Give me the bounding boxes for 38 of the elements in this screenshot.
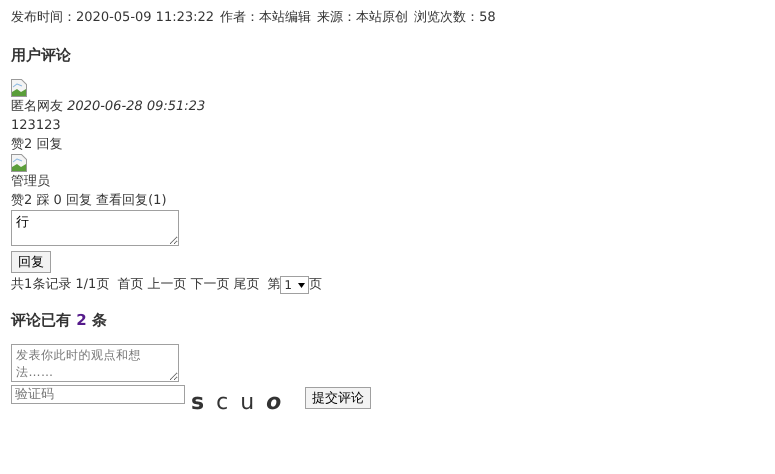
- count-heading: 评论已有: [11, 311, 71, 329]
- reply-link[interactable]: 回复: [36, 137, 62, 152]
- captcha-letter: c: [216, 393, 228, 412]
- comment-time: 2020-06-28 09:51:23: [67, 99, 206, 114]
- like-link[interactable]: 赞2: [11, 137, 32, 152]
- comment-author: 匿名网友: [11, 99, 63, 114]
- captcha-letter: u: [240, 393, 254, 412]
- page-label: 页: [308, 276, 322, 294]
- pager-summary: 共1条记录 1/1页: [11, 276, 110, 294]
- page-label: 第: [267, 276, 280, 294]
- reply-author: 管理员: [11, 174, 50, 189]
- reply-button[interactable]: 回复: [11, 251, 51, 273]
- meta-text: 来源：本站原创: [317, 9, 408, 27]
- meta-text: 浏览次数：58: [414, 9, 496, 27]
- page-select[interactable]: 1: [280, 276, 309, 294]
- submit-button[interactable]: 提交评论: [305, 387, 371, 409]
- section-heading: 用户评论: [11, 45, 72, 65]
- pager-link[interactable]: 下一页: [190, 275, 230, 294]
- pager-link[interactable]: 上一页: [147, 275, 186, 294]
- reply-field[interactable]: 行: [11, 210, 179, 246]
- captcha-letter: s: [191, 393, 204, 412]
- broken-image-icon: [11, 79, 27, 97]
- dislike-link[interactable]: 踩 0: [36, 193, 62, 208]
- count-heading: 条: [92, 311, 107, 329]
- caret-icon: [298, 282, 305, 288]
- captcha-field[interactable]: 验证码: [11, 385, 185, 404]
- pager-link[interactable]: 首页: [117, 275, 144, 294]
- comment-count: 2: [76, 311, 87, 329]
- pager-link[interactable]: 尾页: [233, 275, 260, 294]
- reply-link[interactable]: 回复: [66, 193, 92, 208]
- meta-text: 作者：本站编辑: [220, 9, 312, 27]
- captcha-letter: o: [266, 393, 282, 412]
- comment-field[interactable]: 发表你此时的观点和想法……: [11, 344, 179, 382]
- like-link[interactable]: 赞2: [11, 193, 32, 208]
- view-replies-link[interactable]: 查看回复(1): [96, 193, 167, 208]
- comment-text: 123123: [11, 118, 61, 133]
- broken-image-icon: [11, 154, 27, 172]
- meta-text: 发布时间：2020-05-09 11:23:22: [11, 9, 214, 27]
